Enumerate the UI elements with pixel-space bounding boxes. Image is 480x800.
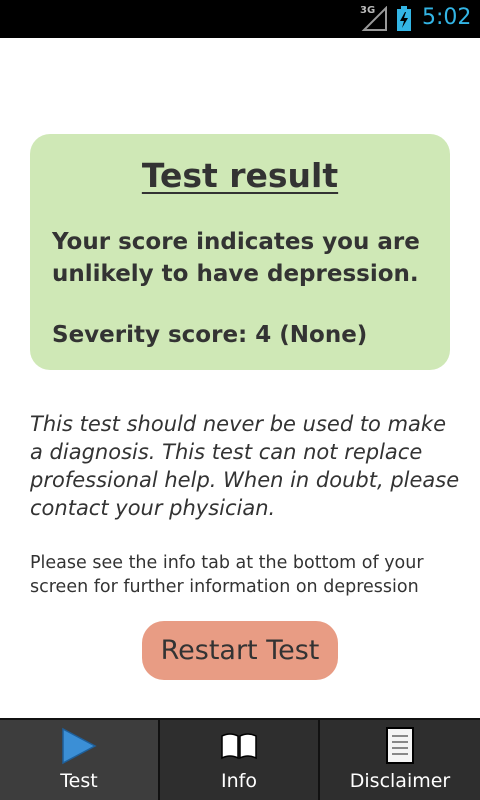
info-hint: Please see the info tab at the bottom of… (30, 553, 424, 597)
book-icon (221, 733, 257, 760)
battery-icon (397, 6, 411, 31)
play-icon (62, 727, 97, 765)
document-icon (386, 727, 414, 764)
tab-disclaimer[interactable]: Disclaimer (320, 718, 480, 800)
tab-info-label: Info (221, 770, 257, 792)
disclaimer-text: This test should never be used to make a… (30, 412, 460, 520)
status-bar: 3G 5:02 (0, 0, 480, 38)
signal-icon (361, 6, 387, 31)
result-message: Your score indicates you are unlikely to… (52, 229, 420, 287)
result-card: Test result Your score indicates you are… (30, 134, 450, 370)
tab-bar: Test Info Disclaimer (0, 718, 480, 800)
severity-score: Severity score: 4 (None) (52, 322, 368, 348)
clock: 5:02 (422, 5, 472, 30)
tab-disclaimer-label: Disclaimer (349, 770, 451, 792)
tab-info[interactable]: Info (160, 718, 320, 800)
result-title: Test result (141, 156, 339, 195)
restart-test-button[interactable]: Restart Test (142, 621, 338, 680)
tab-test-label: Test (60, 770, 98, 792)
tab-test[interactable]: Test (0, 718, 160, 800)
